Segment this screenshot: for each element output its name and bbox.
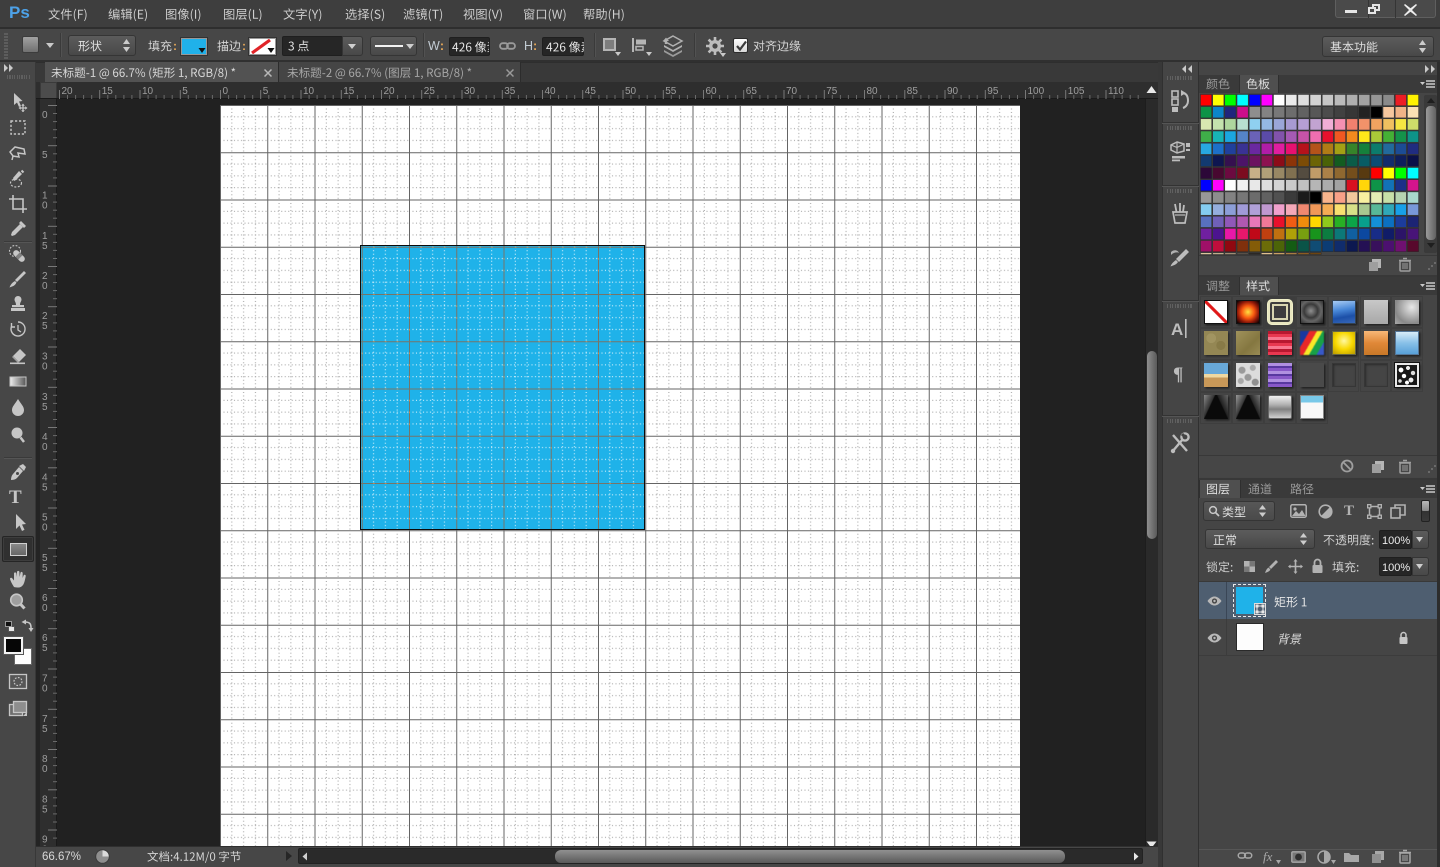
svg-text:5: 5 [42, 321, 48, 332]
svg-text:A: A [1171, 320, 1183, 339]
svg-text:5: 5 [42, 482, 48, 493]
svg-text:0: 0 [42, 362, 48, 373]
svg-text:0: 0 [42, 684, 48, 695]
svg-text:5: 5 [42, 724, 48, 735]
svg-text:5: 5 [42, 563, 48, 574]
svg-text:0: 0 [42, 442, 48, 453]
svg-text:0: 0 [42, 603, 48, 614]
svg-text:5: 5 [42, 643, 48, 654]
svg-text:¶: ¶ [1173, 364, 1183, 384]
svg-text:0: 0 [42, 764, 48, 775]
svg-text:0: 0 [42, 523, 48, 534]
svg-text:5: 5 [42, 402, 48, 413]
svg-text:5: 5 [42, 804, 48, 815]
